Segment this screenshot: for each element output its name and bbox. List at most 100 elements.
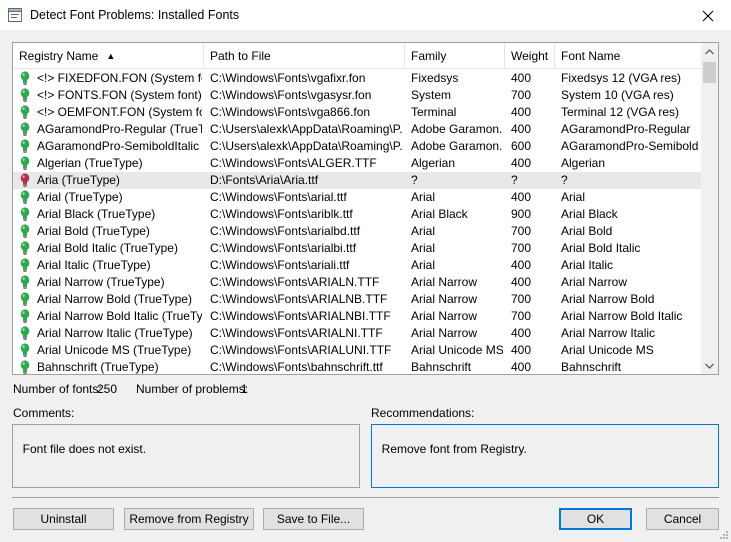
close-button[interactable] (685, 0, 731, 31)
cell-font: Arial Narrow (561, 275, 628, 289)
list-header: Registry Name ▲ Path to File Family Weigh… (13, 43, 701, 69)
cell-path: C:\Windows\Fonts\ARIALUNI.TTF (210, 343, 392, 357)
cell-path: C:\Windows\Fonts\arialbi.ttf (210, 241, 357, 255)
chevron-down-icon (705, 363, 714, 369)
cell-weight: 900 (511, 207, 532, 221)
cell-name: Aria (TrueType) (37, 173, 120, 187)
cell-weight: 400 (511, 122, 532, 136)
uninstall-button[interactable]: Uninstall (13, 508, 114, 530)
cell-font: ? (561, 173, 568, 187)
table-row[interactable]: Arial Bold Italic (TrueType) C:\Windows\F… (13, 240, 701, 257)
status-ok-bulb-icon (20, 343, 30, 357)
cell-name: Algerian (TrueType) (37, 156, 143, 170)
save-to-file-button[interactable]: Save to File... (263, 508, 364, 530)
status-ok-bulb-icon (20, 190, 30, 204)
vertical-scrollbar[interactable] (701, 43, 718, 374)
cell-name: AGaramondPro-Regular (TrueTy... (37, 122, 202, 136)
column-font-name[interactable]: Font Name (555, 43, 701, 69)
cell-weight: 400 (511, 343, 532, 357)
status-ok-bulb-icon (20, 105, 30, 119)
table-row[interactable]: Arial Narrow (TrueType) C:\Windows\Fonts\… (13, 274, 701, 291)
table-row[interactable]: <!> FONTS.FON (System font) C:\Windows\Fo… (13, 87, 701, 104)
status-ok-bulb-icon (20, 360, 30, 374)
column-weight[interactable]: Weight (505, 43, 555, 69)
cell-weight: 700 (511, 309, 532, 323)
cell-name: Arial Narrow Bold Italic (TrueType) (37, 309, 202, 323)
scroll-thumb[interactable] (703, 62, 716, 83)
table-row[interactable]: Arial Black (TrueType) C:\Windows\Fonts\a… (13, 206, 701, 223)
cell-family: Arial Narrow (411, 275, 478, 289)
cell-font: AGaramondPro-Semibold... (561, 139, 699, 153)
cell-family: Arial Narrow (411, 326, 478, 340)
remove-button-label: Remove from Registry (129, 512, 249, 526)
scroll-down-button[interactable] (701, 357, 718, 374)
recommendations-field[interactable]: Remove font from Registry. (371, 424, 719, 488)
status-ok-bulb-icon (20, 309, 30, 323)
cancel-button-label: Cancel (663, 512, 702, 526)
cell-font: Algerian (561, 156, 606, 170)
cell-font: Arial Narrow Bold (561, 292, 655, 306)
cell-name: <!> FIXEDFON.FON (System font) (37, 71, 202, 85)
fonts-count-label: Number of fonts: (13, 382, 102, 396)
column-label: Font Name (561, 49, 621, 63)
table-row[interactable]: Bahnschrift (TrueType) C:\Windows\Fonts\b… (13, 359, 701, 374)
cell-path: D:\Fonts\Aria\Aria.ttf (210, 173, 319, 187)
status-ok-bulb-icon (20, 224, 30, 238)
table-row[interactable]: Arial Narrow Bold (TrueType) C:\Windows\F… (13, 291, 701, 308)
recommendations-label: Recommendations: (371, 406, 475, 420)
cell-name: Arial Italic (TrueType) (37, 258, 151, 272)
sort-ascending-icon: ▲ (106, 51, 116, 61)
status-ok-bulb-icon (20, 292, 30, 306)
cell-path: C:\Windows\Fonts\arial.ttf (210, 190, 347, 204)
remove-from-registry-button[interactable]: Remove from Registry (124, 508, 254, 530)
cell-family: Arial (411, 258, 436, 272)
cell-path: C:\Windows\Fonts\ARIALNI.TTF (210, 326, 383, 340)
cell-name: Arial Unicode MS (TrueType) (37, 343, 192, 357)
status-ok-bulb-icon (20, 71, 30, 85)
table-row[interactable]: Arial Italic (TrueType) C:\Windows\Fonts\… (13, 257, 701, 274)
resize-grip-icon[interactable] (719, 530, 729, 540)
status-ok-bulb-icon (20, 88, 30, 102)
column-registry-name[interactable]: Registry Name ▲ (13, 43, 204, 69)
cell-weight: ? (511, 173, 518, 187)
chevron-up-icon (705, 48, 714, 54)
table-row[interactable]: Algerian (TrueType) C:\Windows\Fonts\ALGE… (13, 155, 701, 172)
close-icon[interactable] (702, 10, 714, 22)
table-row[interactable]: Arial Unicode MS (TrueType) C:\Windows\Fo… (13, 342, 701, 359)
cell-path: C:\Windows\Fonts\ARIALNB.TTF (210, 292, 388, 306)
cell-name: Arial Black (TrueType) (37, 207, 156, 221)
status-ok-bulb-icon (20, 258, 30, 272)
table-row[interactable]: AGaramondPro-SemiboldItalic (Tr... C:\Use… (13, 138, 701, 155)
table-row[interactable]: <!> FIXEDFON.FON (System font) C:\Windows… (13, 70, 701, 87)
fonts-list[interactable]: Registry Name ▲ Path to File Family Weigh… (12, 42, 719, 375)
cell-weight: 400 (511, 105, 532, 119)
column-family[interactable]: Family (405, 43, 505, 69)
cancel-button[interactable]: Cancel (646, 508, 719, 530)
table-row[interactable]: AGaramondPro-Regular (TrueTy... C:\Users\… (13, 121, 701, 138)
status-ok-bulb-icon (20, 241, 30, 255)
cell-weight: 700 (511, 292, 532, 306)
table-row[interactable]: Arial Bold (TrueType) C:\Windows\Fonts\ar… (13, 223, 701, 240)
cell-name: Arial (TrueType) (37, 190, 123, 204)
ok-button[interactable]: OK (559, 508, 632, 530)
cell-path: C:\Users\alexk\AppData\Roaming\P... (210, 122, 403, 136)
scroll-up-button[interactable] (701, 43, 718, 60)
table-row[interactable]: Arial Narrow Bold Italic (TrueType) C:\Wi… (13, 308, 701, 325)
cell-font: Arial Unicode MS (561, 343, 654, 357)
save-button-label: Save to File... (276, 512, 351, 526)
cell-weight: 400 (511, 326, 532, 340)
table-row[interactable]: Arial (TrueType) C:\Windows\Fonts\arial.t… (13, 189, 701, 206)
cell-path: C:\Windows\Fonts\ariblk.ttf (210, 207, 353, 221)
cell-weight: 400 (511, 190, 532, 204)
cell-family: Arial Black (411, 207, 468, 221)
problems-count-value: 1 (241, 382, 248, 396)
column-path[interactable]: Path to File (204, 43, 405, 69)
window-title: Detect Font Problems: Installed Fonts (30, 8, 240, 22)
table-row[interactable]: Arial Narrow Italic (TrueType) C:\Windows… (13, 325, 701, 342)
cell-font: Arial Bold (561, 224, 613, 238)
table-row[interactable]: <!> OEMFONT.FON (System font) C:\Windows\… (13, 104, 701, 121)
cell-font: Fixedsys 12 (VGA res) (561, 71, 682, 85)
recommendations-text: Remove font from Registry. (381, 442, 527, 456)
table-row[interactable]: Aria (TrueType) D:\Fonts\Aria\Aria.ttf??? (13, 172, 701, 189)
comments-field[interactable]: Font file does not exist. (12, 424, 360, 488)
